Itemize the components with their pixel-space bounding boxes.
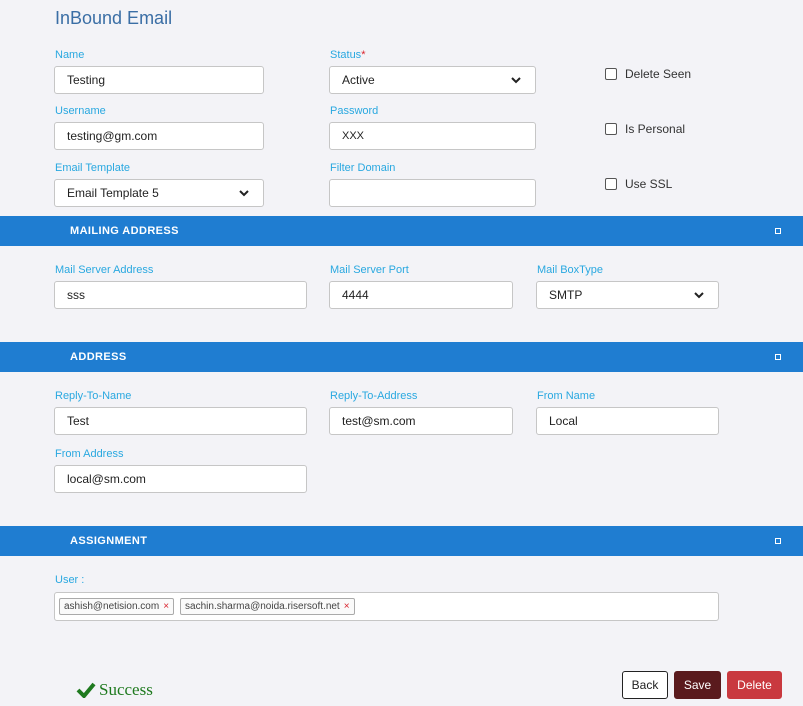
delete-button[interactable]: Delete — [727, 671, 782, 699]
reply-to-address-label: Reply-To-Address — [330, 390, 418, 402]
section-title: ADDRESS — [70, 351, 127, 363]
chevron-down-icon — [694, 292, 704, 299]
chevron-down-icon — [239, 190, 249, 197]
use-ssl-checkbox[interactable]: Use SSL — [605, 177, 672, 191]
address-header: ADDRESS — [0, 342, 803, 372]
collapse-icon[interactable] — [775, 538, 781, 544]
filter-domain-input[interactable] — [329, 179, 536, 207]
page-title: InBound Email — [55, 8, 173, 28]
mail-boxtype-value: SMTP — [549, 288, 583, 302]
user-tag: sachin.sharma@noida.risersoft.net × — [180, 598, 355, 615]
reply-to-name-input[interactable] — [54, 407, 307, 435]
section-title: ASSIGNMENT — [70, 535, 148, 547]
back-button[interactable]: Back — [622, 671, 668, 699]
reply-to-name-label: Reply-To-Name — [55, 390, 132, 402]
save-button[interactable]: Save — [674, 671, 721, 699]
success-text: Success — [99, 680, 153, 699]
from-name-input[interactable] — [536, 407, 719, 435]
section-title: MAILING ADDRESS — [70, 225, 179, 237]
mail-boxtype-label: Mail BoxType — [537, 264, 604, 276]
chevron-down-icon — [511, 77, 521, 84]
use-ssl-label: Use SSL — [625, 177, 673, 191]
from-address-input[interactable] — [54, 465, 307, 493]
from-name-label: From Name — [537, 390, 596, 402]
name-label: Name — [55, 49, 85, 61]
username-label: Username — [55, 105, 106, 117]
email-template-value: Email Template 5 — [67, 186, 159, 200]
filter-domain-label: Filter Domain — [330, 162, 396, 174]
is-personal-checkbox[interactable]: Is Personal — [605, 122, 685, 136]
username-input[interactable] — [54, 122, 264, 150]
checkmark-icon — [76, 682, 96, 698]
remove-icon[interactable]: × — [163, 601, 169, 612]
from-address-label: From Address — [55, 448, 124, 460]
user-multiselect[interactable]: ashish@netision.com × sachin.sharma@noid… — [54, 592, 719, 621]
is-personal-label: Is Personal — [625, 122, 686, 136]
password-input[interactable] — [329, 122, 536, 150]
collapse-icon[interactable] — [775, 228, 781, 234]
user-label: User : — [55, 574, 85, 586]
mail-server-address-label: Mail Server Address — [55, 264, 154, 276]
checkbox-box[interactable] — [605, 68, 617, 80]
name-input[interactable] — [54, 66, 264, 94]
status-select[interactable]: Active — [329, 66, 536, 94]
assignment-header: ASSIGNMENT — [0, 526, 803, 556]
delete-seen-label: Delete Seen — [625, 67, 692, 81]
password-label: Password — [330, 105, 379, 117]
mailing-address-header: MAILING ADDRESS — [0, 216, 803, 246]
user-tag-email: sachin.sharma@noida.risersoft.net — [185, 601, 340, 612]
user-tag-email: ashish@netision.com — [64, 601, 160, 612]
reply-to-address-input[interactable] — [329, 407, 513, 435]
required-mark: * — [361, 49, 366, 61]
status-value: Active — [342, 73, 375, 87]
mail-server-port-input[interactable] — [329, 281, 513, 309]
mail-server-address-input[interactable] — [54, 281, 307, 309]
status-label: Status* — [330, 49, 366, 61]
collapse-icon[interactable] — [775, 354, 781, 360]
success-message: Success — [76, 680, 153, 700]
user-tag: ashish@netision.com × — [59, 598, 175, 615]
checkbox-box[interactable] — [605, 123, 617, 135]
checkbox-box[interactable] — [605, 178, 617, 190]
email-template-label: Email Template — [55, 162, 130, 174]
email-template-select[interactable]: Email Template 5 — [54, 179, 264, 207]
delete-seen-checkbox[interactable]: Delete Seen — [605, 67, 691, 81]
mail-server-port-label: Mail Server Port — [330, 264, 409, 276]
mail-boxtype-select[interactable]: SMTP — [536, 281, 719, 309]
remove-icon[interactable]: × — [344, 601, 350, 612]
